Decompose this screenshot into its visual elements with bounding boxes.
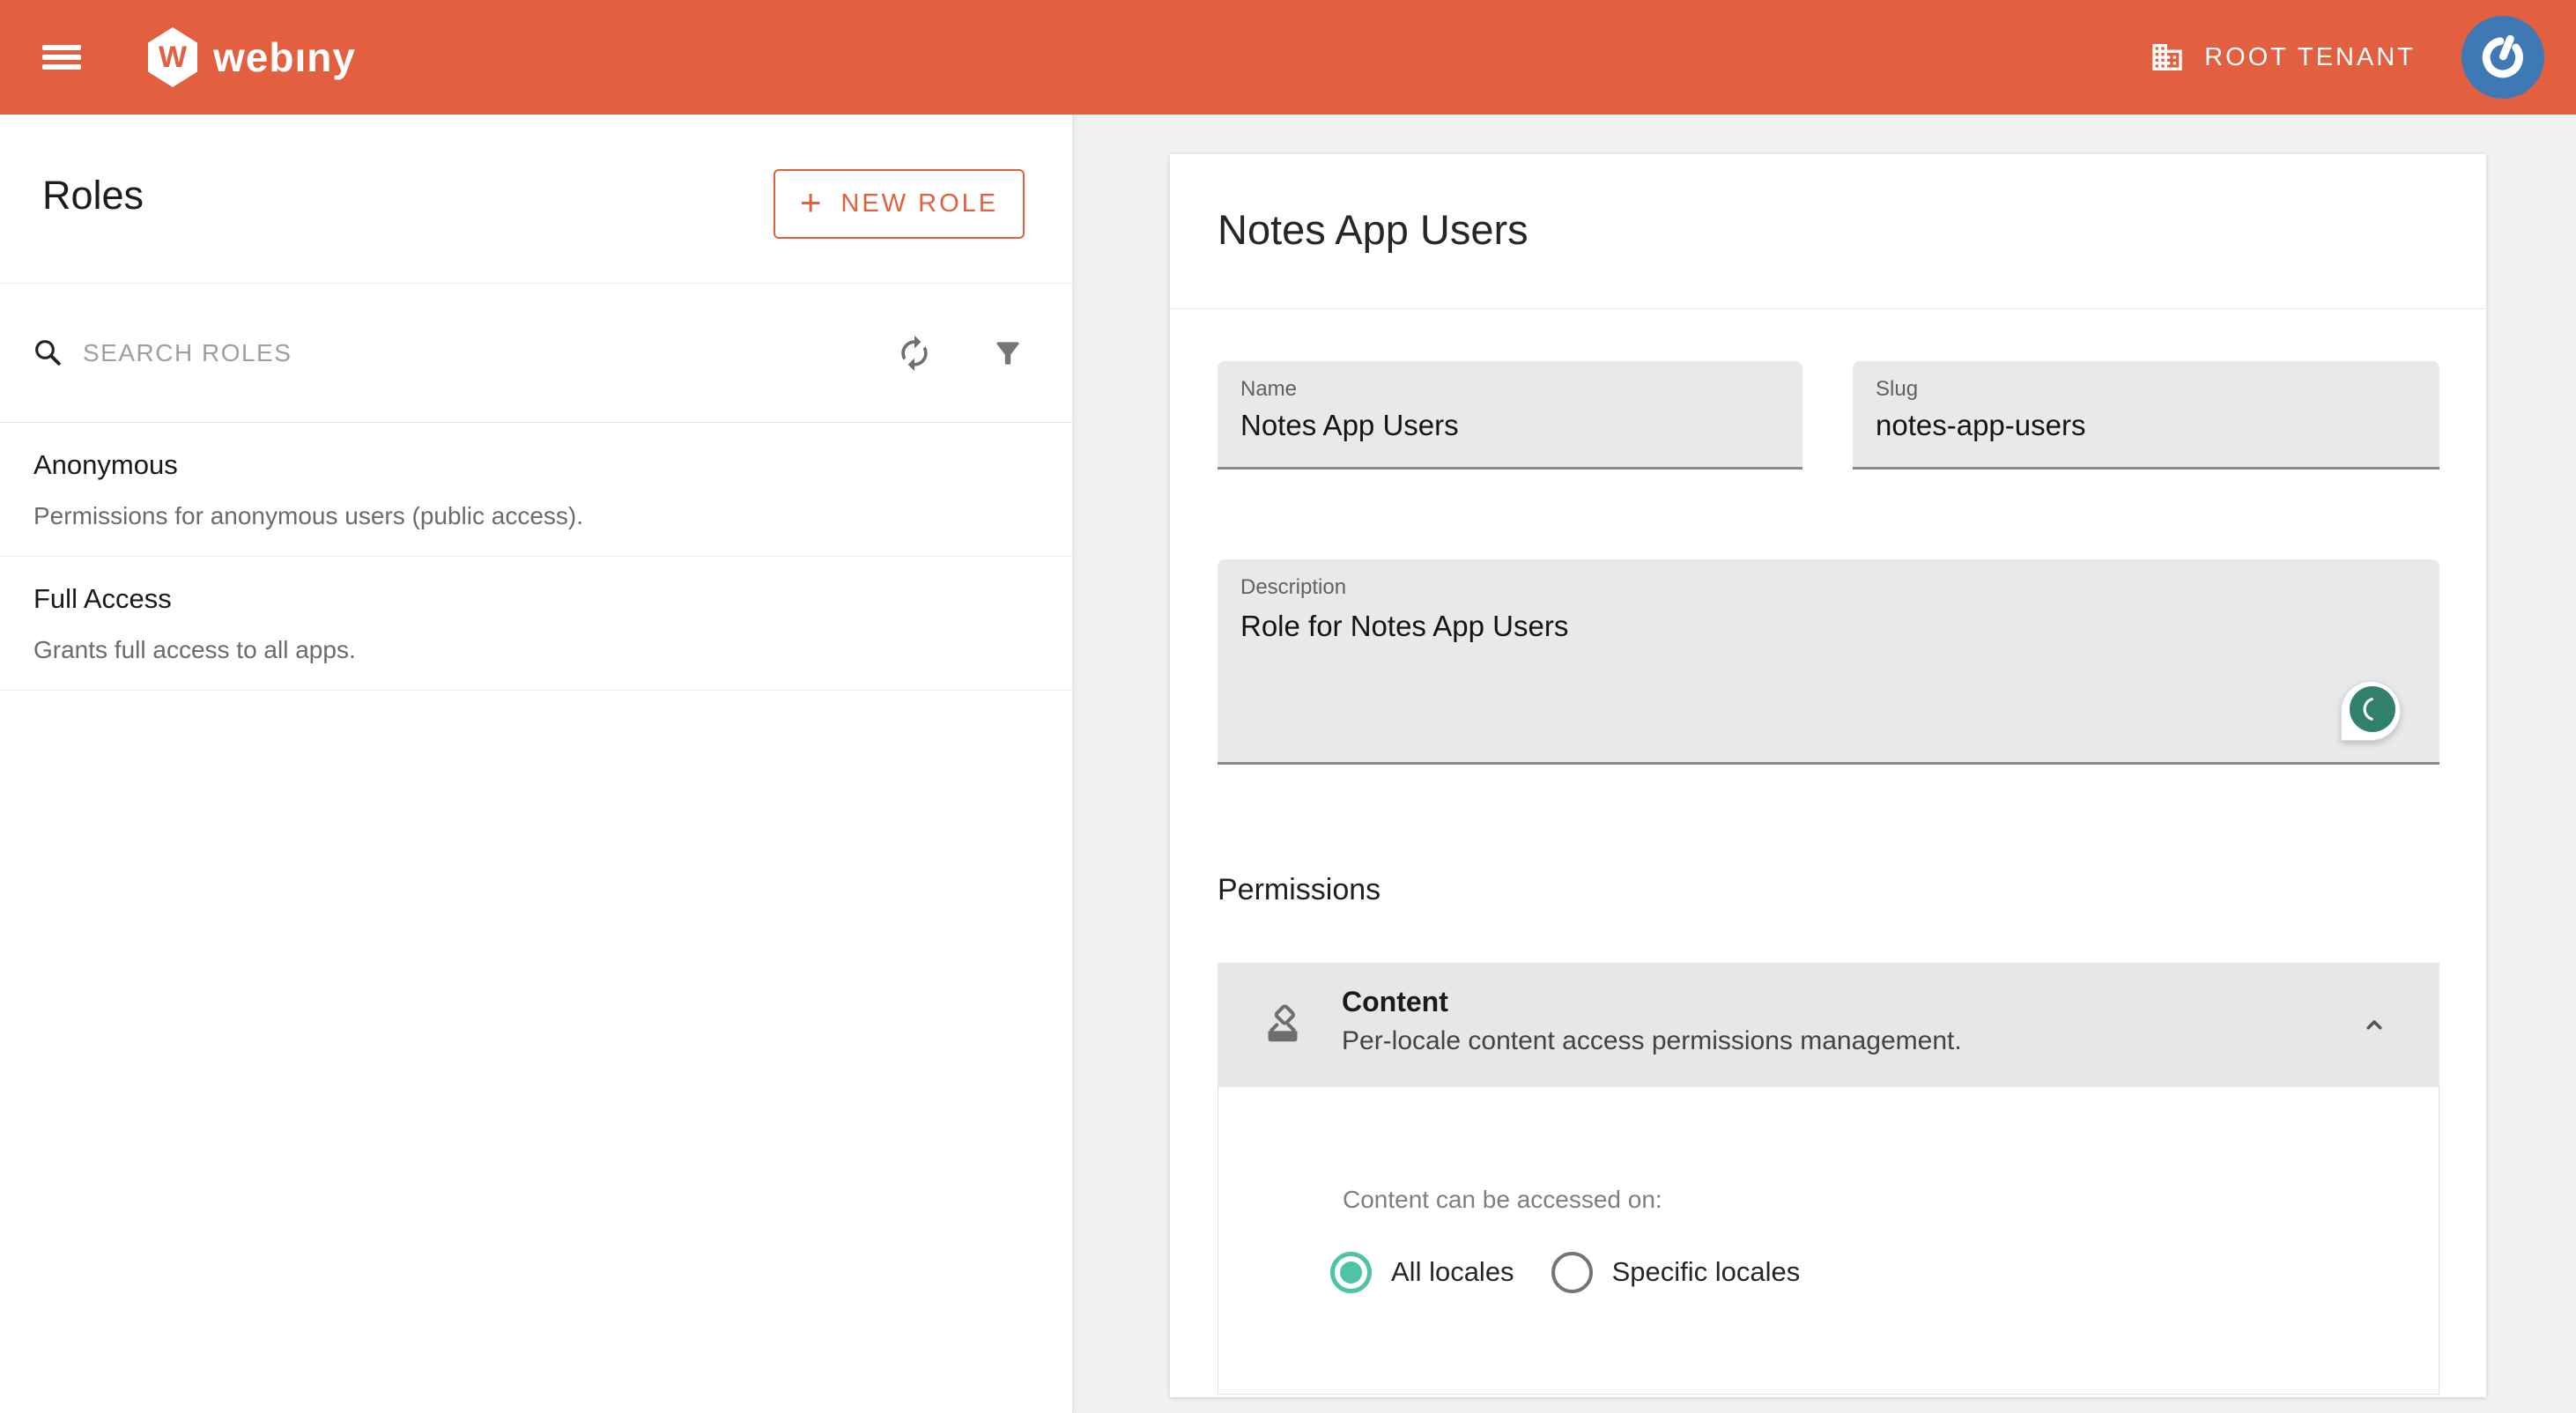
chat-beacon-widget[interactable] <box>2341 681 2401 741</box>
content-section-title: Content <box>1342 986 1448 1018</box>
roles-list-panel: Roles + NEW ROLE Anonymous Permissions f… <box>0 115 1073 1413</box>
slug-field: Slug <box>1853 361 2439 470</box>
radio-all-locales[interactable] <box>1330 1252 1372 1293</box>
role-title: Notes App Users <box>1218 205 1529 254</box>
name-field-label: Name <box>1240 377 1297 402</box>
roles-list: Anonymous Permissions for anonymous user… <box>0 423 1072 691</box>
name-field: Name <box>1218 361 1802 470</box>
search-icon <box>32 337 63 368</box>
tenant-selector[interactable]: ROOT TENANT <box>2150 40 2416 75</box>
slug-input[interactable] <box>1876 409 2409 442</box>
permissions-heading: Permissions <box>1218 873 1381 907</box>
filter-button[interactable] <box>983 329 1033 378</box>
radio-specific-locales-label[interactable]: Specific locales <box>1612 1256 1801 1288</box>
content-section-subtitle: Per-locale content access permissions ma… <box>1342 1026 1962 1056</box>
tenant-label: ROOT TENANT <box>2204 43 2416 72</box>
role-detail-header: Notes App Users <box>1170 154 2486 309</box>
description-field: Description Role for Notes App Users <box>1218 559 2439 765</box>
logo-letter: W <box>159 42 187 72</box>
role-item-title: Anonymous <box>33 449 178 481</box>
building-icon <box>2150 40 2185 75</box>
app-header: W webıny ROOT TENANT <box>0 0 2576 115</box>
new-role-button-label: NEW ROLE <box>840 189 998 218</box>
brand-wordmark: webıny <box>213 33 356 81</box>
search-input[interactable] <box>83 326 840 381</box>
radio-all-locales-label[interactable]: All locales <box>1391 1256 1514 1288</box>
role-item-description: Permissions for anonymous users (public … <box>33 502 583 530</box>
content-ballot-icon <box>1260 1002 1306 1047</box>
header-right: ROOT TENANT <box>2150 16 2544 99</box>
roles-search-bar <box>0 284 1072 423</box>
role-list-item-full-access[interactable]: Full Access Grants full access to all ap… <box>0 557 1072 691</box>
description-field-label: Description <box>1240 575 1346 600</box>
description-input[interactable]: Role for Notes App Users <box>1240 607 2409 748</box>
webiny-logo[interactable]: W webıny <box>148 27 356 87</box>
radio-specific-locales[interactable] <box>1551 1252 1593 1293</box>
content-accordion-header[interactable]: Content Per-locale content access permis… <box>1218 963 2439 1087</box>
new-role-button[interactable]: + NEW ROLE <box>774 169 1025 239</box>
name-input[interactable] <box>1240 409 1773 442</box>
role-item-description: Grants full access to all apps. <box>33 636 356 664</box>
logo-hexagon-icon: W <box>148 27 197 87</box>
locales-radio-group: All locales Specific locales <box>1330 1251 1821 1293</box>
plus-icon: + <box>800 184 822 221</box>
role-list-item-anonymous[interactable]: Anonymous Permissions for anonymous user… <box>0 423 1072 557</box>
roles-panel-header: Roles + NEW ROLE <box>0 115 1072 284</box>
content-access-label: Content can be accessed on: <box>1343 1186 1662 1214</box>
beacon-spinner-icon <box>2350 686 2395 732</box>
menu-icon[interactable] <box>42 45 81 70</box>
slug-field-label: Slug <box>1876 377 1918 402</box>
power-avatar-icon <box>2475 29 2531 85</box>
header-left: W webıny <box>42 27 356 87</box>
refresh-button[interactable] <box>890 329 939 378</box>
role-item-title: Full Access <box>33 583 172 615</box>
role-detail-card: Notes App Users Name Slug Description Ro… <box>1170 154 2486 1397</box>
chevron-up-icon[interactable] <box>2358 1009 2390 1040</box>
page-title: Roles <box>42 173 144 218</box>
filter-icon <box>991 337 1025 370</box>
refresh-icon <box>895 334 934 373</box>
content-accordion-body: Content can be accessed on: All locales … <box>1218 1087 2439 1395</box>
user-avatar[interactable] <box>2461 16 2544 99</box>
